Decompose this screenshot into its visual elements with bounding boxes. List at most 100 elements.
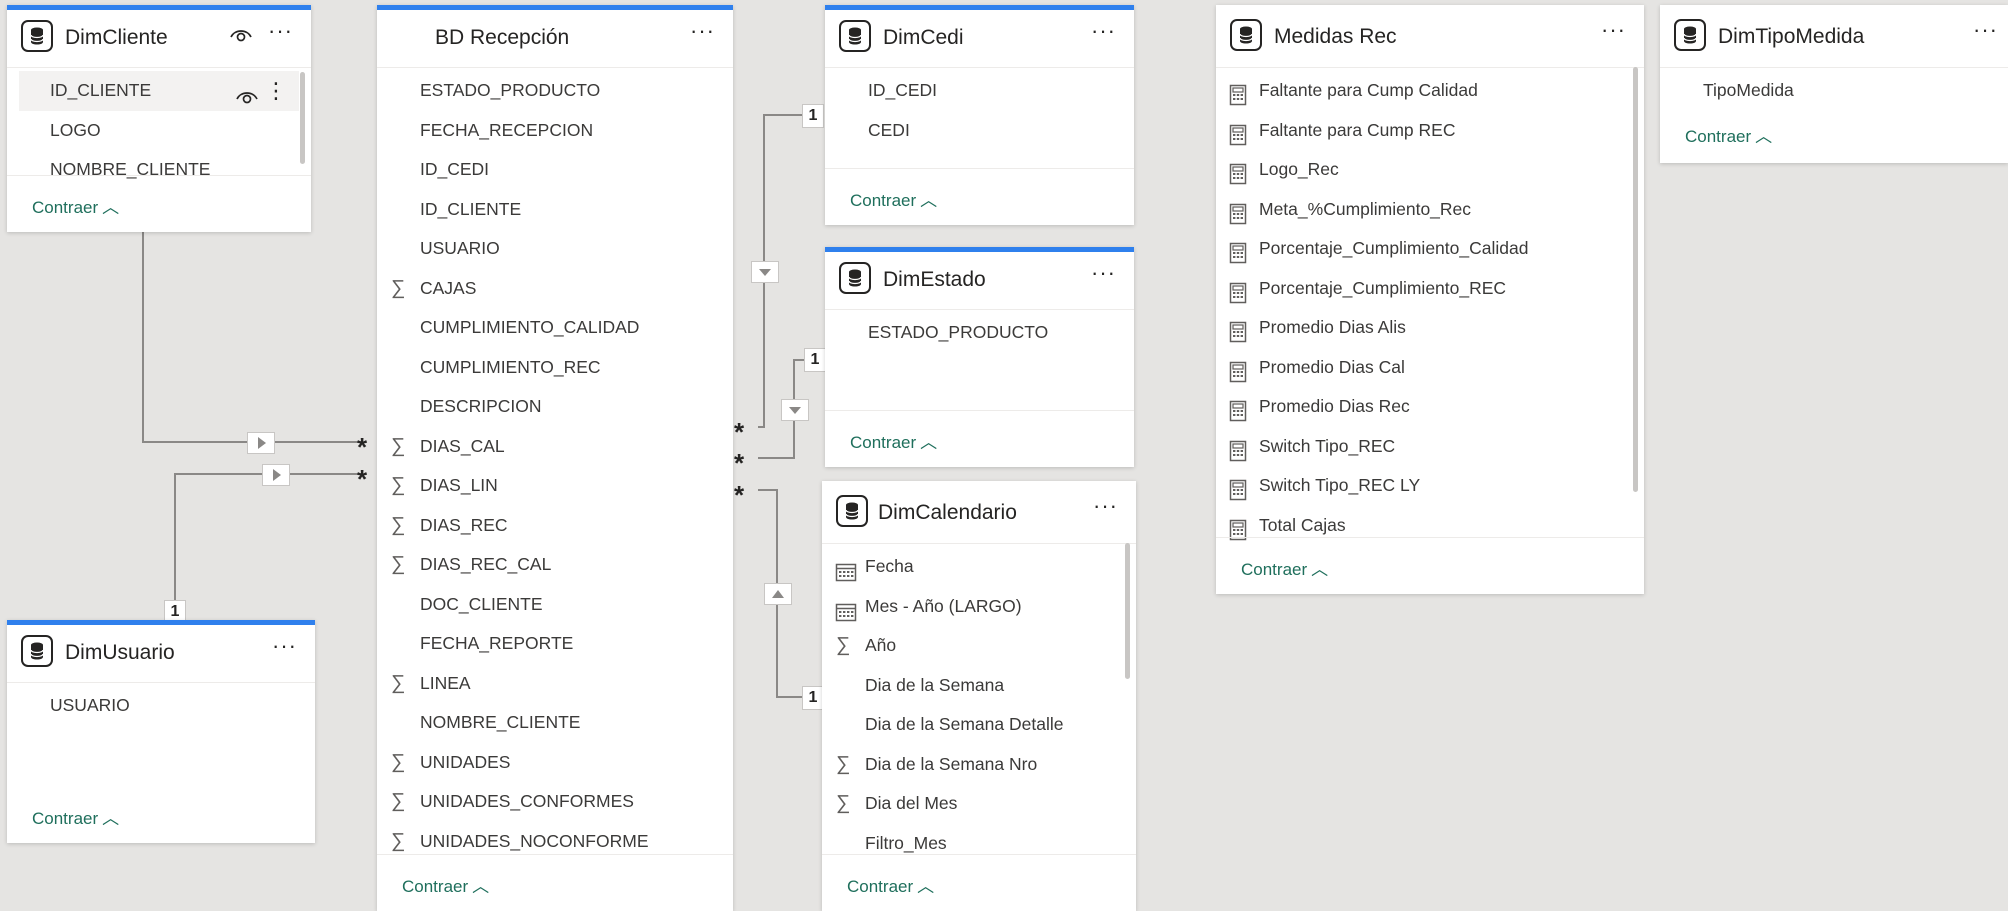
field-name: Dia de la Semana Nro (865, 753, 1038, 774)
table-header[interactable]: DimCliente ··· (7, 10, 311, 68)
collapse-button[interactable]: Contraer ︿ (850, 186, 937, 211)
field-row[interactable]: ∑ DIAS_CAL (377, 427, 733, 467)
field-row[interactable]: CUMPLIMIENTO_CALIDAD (377, 308, 733, 348)
field-row[interactable]: USUARIO (377, 229, 733, 269)
field-row[interactable]: ID_CEDI (377, 150, 733, 190)
field-row[interactable]: FECHA_RECEPCION (377, 111, 733, 151)
more-options-icon[interactable]: ··· (1601, 17, 1626, 43)
field-row[interactable]: DOC_CLIENTE (377, 585, 733, 625)
table-card-dimcalendario[interactable]: DimCalendario ··· Fecha Mes - Año (LARGO)… (822, 481, 1136, 911)
field-row[interactable]: Switch Tipo_REC LY (1216, 466, 1644, 506)
table-card-bdrecepcion[interactable]: BD Recepción ··· ESTADO_PRODUCTO FECHA_RE… (377, 5, 733, 911)
table-header[interactable]: DimEstado ··· (825, 252, 1134, 310)
collapse-button[interactable]: Contraer ︿ (1685, 122, 1772, 147)
field-row[interactable]: ∑ DIAS_REC_CAL (377, 545, 733, 585)
table-card-dimcedi[interactable]: DimCedi ··· ID_CEDI CEDI Contraer ︿ (825, 5, 1134, 225)
field-row[interactable]: ID_CLIENTE (377, 190, 733, 230)
field-row[interactable]: ESTADO_PRODUCTO (377, 71, 733, 111)
field-row[interactable]: Porcentaje_Cumplimiento_Calidad (1216, 229, 1644, 269)
filter-direction-icon[interactable] (751, 261, 779, 283)
field-row[interactable]: USUARIO (7, 686, 315, 726)
field-row[interactable]: ID_CEDI (825, 71, 1134, 111)
field-row[interactable]: ∑ Dia del Mes (822, 784, 1136, 824)
field-row[interactable]: ∑ LINEA (377, 664, 733, 704)
field-row[interactable]: NOMBRE_CLIENTE (377, 703, 733, 743)
filter-direction-icon[interactable] (781, 399, 809, 421)
table-header[interactable]: DimCalendario ··· (822, 481, 1136, 544)
scrollbar[interactable] (1633, 67, 1638, 492)
table-header[interactable]: DimTipoMedida ··· (1660, 5, 2008, 68)
field-row[interactable]: TipoMedida (1660, 71, 2008, 111)
field-row[interactable]: Switch Tipo_REC (1216, 427, 1644, 467)
more-options-icon[interactable]: ··· (272, 633, 297, 659)
collapse-button[interactable]: Contraer ︿ (402, 872, 489, 897)
cardinality-one-marker: 1 (802, 104, 824, 128)
field-row[interactable]: ∑ UNIDADES_CONFORMES (377, 782, 733, 822)
collapse-footer: Contraer ︿ (377, 854, 733, 911)
collapse-footer: Contraer ︿ (1660, 115, 2008, 163)
collapse-button[interactable]: Contraer ︿ (32, 804, 119, 829)
field-row[interactable]: ∑ UNIDADES (377, 743, 733, 783)
more-options-icon[interactable]: ··· (1093, 493, 1118, 519)
field-row[interactable]: Fecha (822, 547, 1136, 587)
field-row[interactable]: DESCRIPCION (377, 387, 733, 427)
field-row[interactable]: Promedio Dias Rec (1216, 387, 1644, 427)
field-row[interactable]: ∑ DIAS_REC (377, 506, 733, 546)
collapse-button[interactable]: Contraer ︿ (847, 872, 934, 897)
more-options-icon[interactable]: ··· (268, 18, 293, 44)
field-row[interactable]: Porcentaje_Cumplimiento_REC (1216, 269, 1644, 309)
sigma-icon: ∑ (391, 790, 406, 812)
table-card-medidasrec[interactable]: Medidas Rec ··· Faltante para Cump Calid… (1216, 5, 1644, 594)
scrollbar[interactable] (1125, 543, 1130, 679)
collapse-button[interactable]: Contraer ︿ (850, 428, 937, 453)
table-header[interactable]: Medidas Rec ··· (1216, 5, 1644, 68)
field-row[interactable]: CEDI (825, 111, 1134, 151)
field-row[interactable]: CUMPLIMIENTO_REC (377, 348, 733, 388)
table-header[interactable]: DimCedi ··· (825, 10, 1134, 68)
scrollbar[interactable] (300, 72, 305, 164)
more-options-icon[interactable]: ··· (690, 18, 715, 44)
table-card-dimcliente[interactable]: DimCliente ··· ID_CLIENTE ⋮ LOGO NOMBRE_… (7, 5, 311, 232)
kebab-menu-icon[interactable]: ⋮ (265, 71, 287, 111)
field-row[interactable]: ∑ Dia de la Semana Nro (822, 745, 1136, 785)
field-name: Año (865, 635, 897, 655)
chevron-up-icon: ︿ (472, 877, 490, 896)
field-row[interactable]: ESTADO_PRODUCTO (825, 313, 1134, 353)
filter-direction-icon[interactable] (764, 583, 792, 605)
field-row[interactable]: Faltante para Cump REC (1216, 111, 1644, 151)
field-name: Faltante para Cump REC (1259, 119, 1456, 140)
field-row[interactable]: ∑ DIAS_LIN (377, 466, 733, 506)
field-name: CAJAS (420, 277, 477, 298)
collapse-button[interactable]: Contraer ︿ (32, 193, 119, 218)
field-row[interactable]: FECHA_REPORTE (377, 624, 733, 664)
more-options-icon[interactable]: ··· (1091, 260, 1116, 286)
field-name: Meta_%Cumplimiento_Rec (1259, 198, 1472, 219)
field-row[interactable]: Logo_Rec (1216, 150, 1644, 190)
visibility-eye-icon[interactable] (229, 26, 253, 49)
table-card-dimestado[interactable]: DimEstado ··· ESTADO_PRODUCTO Contraer ︿ (825, 247, 1134, 467)
sigma-icon: ∑ (391, 750, 406, 773)
more-options-icon[interactable]: ··· (1973, 17, 1998, 43)
table-header[interactable]: DimUsuario ··· (7, 625, 315, 683)
table-card-dimusuario[interactable]: DimUsuario ··· USUARIO Contraer ︿ (7, 620, 315, 843)
chevron-up-icon: ︿ (102, 198, 120, 217)
collapse-button[interactable]: Contraer ︿ (1241, 555, 1328, 580)
field-row[interactable]: Dia de la Semana (822, 666, 1136, 706)
field-row[interactable]: Mes - Año (LARGO) (822, 587, 1136, 627)
field-row[interactable]: Dia de la Semana Detalle (822, 705, 1136, 745)
chevron-up-icon: ︿ (1311, 560, 1329, 579)
field-name: ID_CLIENTE (50, 80, 152, 100)
field-row[interactable]: Faltante para Cump Calidad (1216, 71, 1644, 111)
field-row[interactable]: LOGO (7, 111, 311, 151)
table-header[interactable]: BD Recepción ··· (377, 10, 733, 68)
field-row[interactable]: Promedio Dias Alis (1216, 308, 1644, 348)
filter-direction-icon[interactable] (247, 432, 275, 454)
filter-direction-icon[interactable] (262, 464, 290, 486)
table-card-dimtipomedida[interactable]: DimTipoMedida ··· TipoMedida Contraer ︿ (1660, 5, 2008, 163)
field-row[interactable]: ID_CLIENTE ⋮ (19, 71, 299, 111)
field-row[interactable]: ∑ CAJAS (377, 269, 733, 309)
more-options-icon[interactable]: ··· (1091, 18, 1116, 44)
field-row[interactable]: ∑ Año (822, 626, 1136, 666)
field-row[interactable]: Meta_%Cumplimiento_Rec (1216, 190, 1644, 230)
field-row[interactable]: Promedio Dias Cal (1216, 348, 1644, 388)
